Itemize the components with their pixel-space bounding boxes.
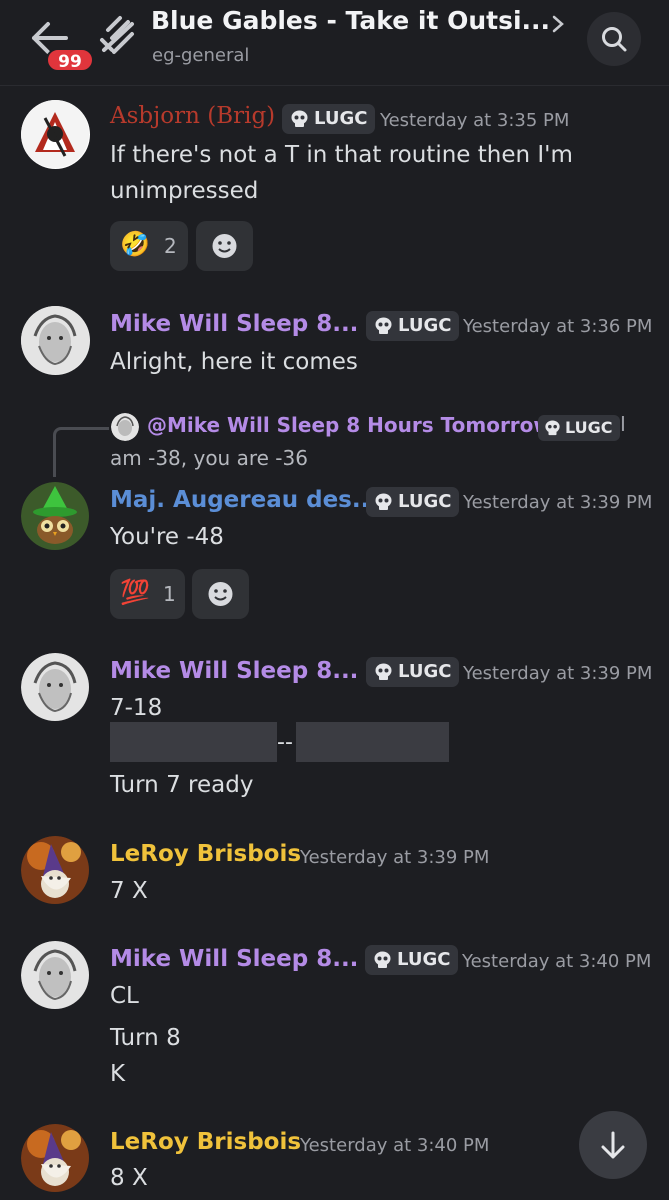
avatar[interactable] — [21, 836, 90, 905]
reaction-count: 1 — [163, 582, 176, 606]
role-tag: LUGC — [366, 487, 460, 517]
role-tag: LUGC — [366, 311, 460, 341]
arrow-down-icon — [601, 1131, 625, 1159]
message-author[interactable]: Mike Will Sleep 8... — [110, 311, 358, 337]
reply-text[interactable]: am -38, you are -36 — [110, 446, 308, 470]
message-timestamp: Yesterday at 3:39 PM — [300, 847, 490, 868]
chevron-right-icon[interactable] — [548, 14, 568, 34]
spoiler-block[interactable] — [110, 722, 277, 762]
unread-badge: 99 — [46, 48, 94, 72]
add-reaction-button[interactable] — [192, 569, 249, 619]
jump-to-bottom-button[interactable] — [579, 1111, 647, 1179]
reaction-button[interactable]: 💯 1 — [110, 569, 185, 619]
role-tag: LUGC — [366, 657, 460, 687]
message-author[interactable]: LeRoy Brisbois — [110, 1129, 301, 1155]
avatar[interactable] — [21, 100, 90, 169]
message-author[interactable]: Mike Will Sleep 8... — [110, 658, 358, 684]
role-tag: LUGC — [365, 945, 459, 975]
message-text: K — [110, 1061, 126, 1087]
message-author[interactable]: Maj. Augereau des... — [110, 487, 378, 513]
channel-title[interactable]: Blue Gables - Take it Outsi... — [151, 6, 550, 35]
add-reaction-button[interactable] — [196, 221, 253, 271]
skull-icon — [375, 663, 392, 680]
role-tag-label: LUGC — [565, 418, 613, 437]
channel-subtitle: eg-general — [152, 45, 250, 66]
message-author[interactable]: Asbjorn (Brig) — [110, 103, 275, 129]
spoiler-block[interactable] — [296, 722, 449, 762]
message-timestamp: Yesterday at 3:35 PM — [380, 110, 570, 131]
skull-icon — [375, 317, 392, 334]
search-button[interactable] — [587, 12, 641, 66]
skull-icon — [545, 420, 560, 436]
message-text: Turn 7 ready — [110, 772, 254, 798]
role-tag: LUGC — [538, 415, 620, 441]
message-text: 8 X — [110, 1165, 148, 1191]
message-text: CL — [110, 983, 139, 1009]
avatar[interactable] — [21, 306, 90, 375]
reply-avatar — [111, 413, 139, 441]
message-text: -- — [277, 730, 293, 755]
message-timestamp: Yesterday at 3:40 PM — [300, 1135, 490, 1156]
reaction-button[interactable]: 🤣 2 — [110, 221, 188, 271]
message-text: You're -48 — [110, 524, 224, 550]
message-text: Alright, here it comes — [110, 349, 358, 375]
role-tag-label: LUGC — [398, 491, 452, 512]
smiley-icon — [208, 582, 233, 606]
smiley-icon — [212, 234, 237, 258]
message-timestamp: Yesterday at 3:40 PM — [462, 951, 652, 972]
role-tag-label: LUGC — [398, 315, 452, 336]
avatar[interactable] — [21, 941, 90, 1010]
thread-icon — [98, 14, 138, 58]
message-text: If there's not a T in that routine then … — [110, 142, 573, 168]
role-tag-label: LUGC — [397, 949, 451, 970]
avatar[interactable] — [21, 1124, 90, 1193]
role-tag: LUGC — [282, 104, 376, 134]
reply-connector — [53, 427, 109, 477]
reply-author[interactable]: @Mike Will Sleep 8 Hours Tomorrow — [147, 413, 552, 437]
skull-icon — [375, 493, 392, 510]
message-timestamp: Yesterday at 3:36 PM — [463, 316, 653, 337]
message-text: 7-18 — [110, 695, 163, 721]
skull-icon — [291, 110, 308, 127]
message-text: Turn 8 — [110, 1025, 181, 1051]
skull-icon — [374, 951, 391, 968]
channel-header: 99 Blue Gables - Take it Outsi... eg-gen… — [0, 0, 669, 86]
reaction-count: 2 — [164, 234, 177, 258]
message-text: unimpressed — [110, 178, 259, 204]
reaction-emoji: 🤣 — [120, 230, 150, 258]
reaction-emoji: 💯 — [120, 578, 150, 606]
message-timestamp: Yesterday at 3:39 PM — [463, 492, 653, 513]
reply-text-start: I — [620, 412, 626, 436]
search-icon — [602, 27, 627, 52]
avatar[interactable] — [21, 653, 90, 722]
role-tag-label: LUGC — [398, 661, 452, 682]
role-tag-label: LUGC — [314, 108, 368, 129]
avatar[interactable] — [21, 482, 90, 551]
message-text: 7 X — [110, 878, 148, 904]
message-author[interactable]: Mike Will Sleep 8... — [110, 946, 358, 972]
message-author[interactable]: LeRoy Brisbois — [110, 841, 301, 867]
message-timestamp: Yesterday at 3:39 PM — [463, 663, 653, 684]
